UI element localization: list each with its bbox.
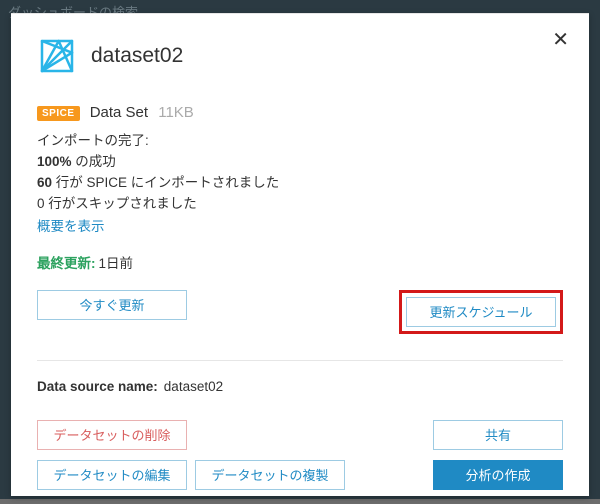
refresh-row: 今すぐ更新 更新スケジュール [37, 290, 563, 334]
type-label: Data Set [90, 104, 148, 121]
bottom-row-2: データセットの編集 データセットの複製 分析の作成 [37, 460, 563, 490]
import-success-suffix: の成功 [72, 154, 116, 169]
divider [37, 360, 563, 361]
show-summary-link[interactable]: 概要を表示 [37, 217, 105, 238]
data-source-value: dataset02 [164, 379, 223, 394]
edit-dataset-button[interactable]: データセットの編集 [37, 460, 187, 490]
spice-badge: SPICE [37, 106, 80, 121]
import-rows-line: 60 行が SPICE にインポートされました [37, 173, 563, 194]
last-updated-label: 最終更新: [37, 256, 96, 271]
delete-dataset-button[interactable]: データセットの削除 [37, 420, 187, 450]
import-heading: インポートの完了: [37, 131, 563, 152]
import-success-pct: 100% [37, 154, 72, 169]
last-updated: 最終更新:1日前 [37, 252, 563, 272]
dataset-size: 11KB [158, 104, 194, 121]
create-analysis-button[interactable]: 分析の作成 [433, 460, 563, 490]
import-status: インポートの完了: 100% の成功 60 行が SPICE にインポートされま… [37, 131, 563, 238]
bottom-row-1: データセットの削除 共有 [37, 420, 563, 450]
import-rows-n: 60 [37, 175, 52, 190]
data-source-label: Data source name: [37, 379, 158, 394]
duplicate-dataset-button[interactable]: データセットの複製 [195, 460, 345, 490]
type-row: SPICE Data Set 11KB [37, 104, 563, 121]
backdrop-shadow [0, 499, 600, 504]
schedule-refresh-button[interactable]: 更新スケジュール [406, 297, 556, 327]
schedule-highlight: 更新スケジュール [399, 290, 563, 334]
dataset-title: dataset02 [91, 44, 183, 68]
dataset-modal: ✕ dataset02 SPICE Data Set 11KB インポートの完了… [11, 13, 589, 496]
edit-duplicate-pair: データセットの編集 データセットの複製 [37, 460, 345, 490]
data-source-row: Data source name: dataset02 [37, 379, 563, 394]
import-skipped-line: 0 行がスキップされました [37, 194, 563, 215]
import-success-line: 100% の成功 [37, 152, 563, 173]
import-rows-suffix: 行が SPICE にインポートされました [52, 175, 279, 190]
close-icon[interactable]: ✕ [552, 30, 569, 50]
last-updated-value: 1日前 [99, 256, 134, 271]
modal-header: dataset02 [37, 36, 563, 76]
refresh-now-button[interactable]: 今すぐ更新 [37, 290, 187, 320]
share-button[interactable]: 共有 [433, 420, 563, 450]
quicksight-logo-icon [37, 36, 77, 76]
